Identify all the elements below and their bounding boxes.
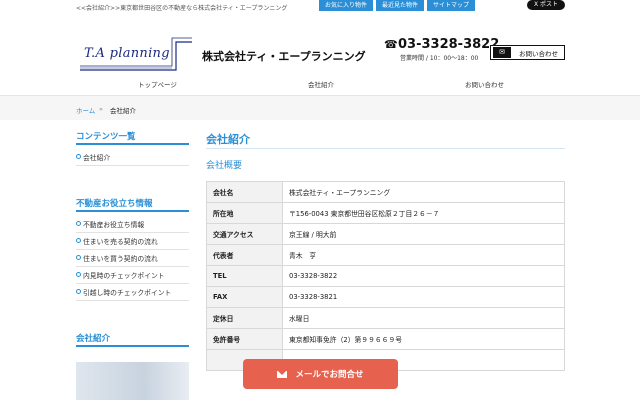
row-value: 東京都知事免許（2）第９９６６９号 [282, 328, 565, 350]
sidebar-item-company[interactable]: 会社紹介 [76, 149, 189, 166]
row-key: 代表者 [206, 244, 283, 266]
envelope-icon [277, 370, 288, 378]
sidebar-item-label: 引越し時のチェックポイント [83, 289, 172, 297]
breadcrumb-separator: » [99, 105, 103, 113]
table-row: 所在地 〒156-0043 東京都世田谷区松原２丁目２６－７ [206, 202, 565, 224]
sidebar-item-info[interactable]: 不動産お役立ち情報 [76, 216, 189, 233]
bullet-icon [76, 289, 81, 294]
row-key: FAX [206, 286, 283, 308]
row-value: 株式会社ティ・エープランニング [282, 181, 565, 203]
company-name: 株式会社ティ・エープランニング [202, 50, 366, 63]
table-row: FAX 03-3328-3821 [206, 286, 565, 308]
sidebar-item-label: 住まいを買う契約の流れ [83, 255, 158, 263]
sidebar-item-buy-flow[interactable]: 住まいを買う契約の流れ [76, 250, 189, 267]
sidebar-item-label: 内見時のチェックポイント [83, 272, 165, 280]
sidebar-item-viewing-check[interactable]: 内見時のチェックポイント [76, 267, 189, 284]
nav-item-company[interactable]: 会社紹介 [308, 79, 334, 89]
site-tagline: <<会社紹介>>東京都世田谷区の不動産なら株式会社ティ・エープランニング [76, 5, 288, 12]
table-row: 免許番号 東京都知事免許（2）第９９６６９号 [206, 328, 565, 350]
company-photo[interactable] [76, 362, 189, 400]
phone-icon: ☎ [384, 38, 398, 51]
table-row: TEL 03-3328-3822 [206, 265, 565, 287]
sidebar-item-label: 会社紹介 [83, 154, 111, 162]
sidebar-company-title: 会社紹介 [76, 334, 111, 344]
mail-inquiry-label: メールでお問合せ [295, 370, 364, 380]
phone-number[interactable]: 03-3328-3822 [398, 37, 499, 52]
sidebar-divider [76, 345, 189, 347]
row-key: 交通アクセス [206, 223, 283, 245]
global-nav: トップページ 会社紹介 お問い合わせ [0, 72, 640, 96]
sidebar-contents-title: コンテンツ一覧 [76, 132, 136, 142]
mail-icon: ✉ [493, 47, 511, 58]
row-value: 水曜日 [282, 307, 565, 329]
breadcrumb: ホーム » 会社紹介 [0, 96, 640, 120]
row-key: TEL [206, 265, 283, 287]
sidebar-item-moving-check[interactable]: 引越し時のチェックポイント [76, 284, 189, 301]
mail-inquiry-button[interactable]: メールでお問合せ [243, 359, 398, 389]
breadcrumb-current: 会社紹介 [110, 107, 136, 115]
contact-button-label: お問い合わせ [519, 49, 558, 58]
table-row: 交通アクセス 京王線 / 明大前 [206, 223, 565, 245]
sidebar-divider [76, 143, 189, 145]
sidebar-info-title: 不動産お役立ち情報 [76, 199, 153, 209]
table-row: 定休日 水曜日 [206, 307, 565, 329]
sitemap-link[interactable]: サイトマップ [427, 0, 476, 11]
nav-item-contact[interactable]: お問い合わせ [465, 79, 504, 89]
bullet-icon [76, 238, 81, 243]
section-title: 会社概要 [206, 161, 243, 171]
favorites-link[interactable]: お気に入り物件 [319, 0, 374, 11]
row-value: 03-3328-3821 [282, 286, 565, 308]
sidebar-item-sell-flow[interactable]: 住まいを売る契約の流れ [76, 233, 189, 250]
sidebar-item-label: 住まいを売る契約の流れ [83, 238, 158, 246]
x-post-button[interactable]: X ポスト [527, 0, 565, 10]
site-logo[interactable]: T.A planning [76, 28, 196, 72]
sidebar-item-label: 不動産お役立ち情報 [83, 221, 145, 229]
recently-viewed-link[interactable]: 最近見た物件 [376, 0, 425, 11]
row-value[interactable]: 03-3328-3822 [282, 265, 565, 287]
row-value: 京王線 / 明大前 [282, 223, 565, 245]
table-row: 会社名 株式会社ティ・エープランニング [206, 181, 565, 203]
row-key: 定休日 [206, 307, 283, 329]
breadcrumb-home[interactable]: ホーム [76, 105, 95, 115]
bullet-icon [76, 272, 81, 277]
top-bar: <<会社紹介>>東京都世田谷区の不動産なら株式会社ティ・エープランニング お気に… [0, 0, 640, 12]
row-value: 〒156-0043 東京都世田谷区松原２丁目２６－７ [282, 202, 565, 224]
nav-item-top[interactable]: トップページ [138, 79, 177, 89]
bullet-icon [76, 255, 81, 260]
company-info-table: 会社名 株式会社ティ・エープランニング 所在地 〒156-0043 東京都世田谷… [206, 181, 565, 371]
bullet-icon [76, 221, 81, 226]
logo-text: T.A planning [84, 46, 170, 61]
bullet-icon [76, 154, 81, 159]
row-value: 青木 亨 [282, 244, 565, 266]
sidebar-divider [76, 210, 189, 212]
site-header: T.A planning 株式会社ティ・エープランニング ☎ 03-3328-3… [0, 12, 640, 72]
row-key: 所在地 [206, 202, 283, 224]
contact-button[interactable]: ✉ お問い合わせ [490, 45, 565, 60]
row-key: 免許番号 [206, 328, 283, 350]
table-row: 代表者 青木 亨 [206, 244, 565, 266]
row-key: 会社名 [206, 181, 283, 203]
title-divider [206, 148, 565, 149]
top-links: お気に入り物件 最近見た物件 サイトマップ [319, 0, 476, 11]
business-hours: 営業時間 / 10：00～18：00 [400, 55, 479, 62]
page-title: 会社紹介 [206, 133, 250, 146]
